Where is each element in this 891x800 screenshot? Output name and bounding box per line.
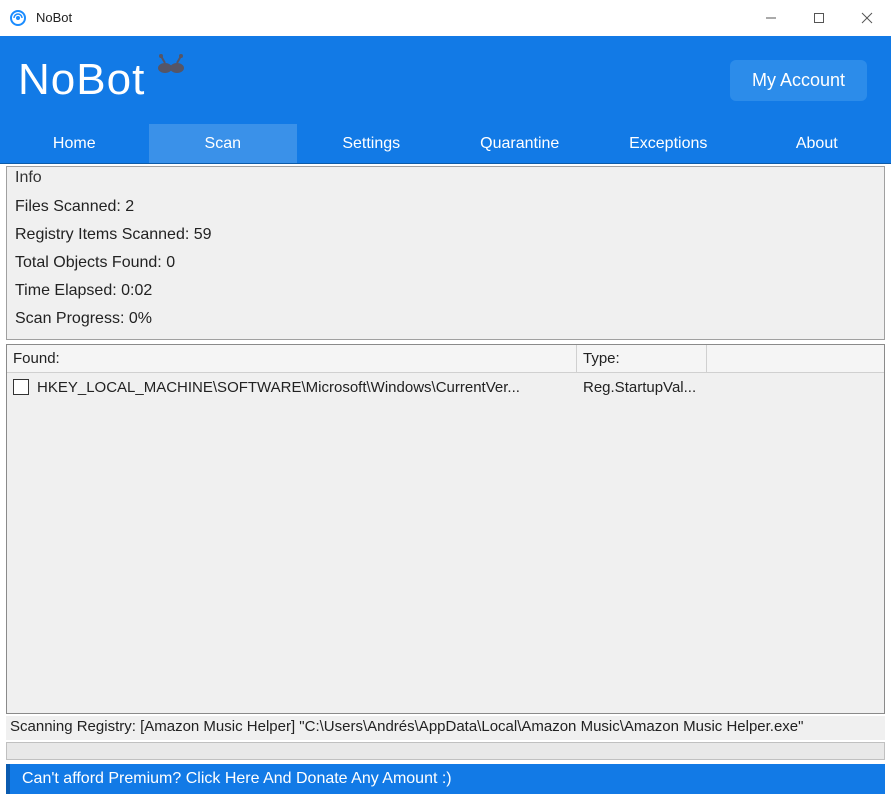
time-elapsed-label: Time Elapsed: [15,282,117,299]
tab-scan[interactable]: Scan [149,124,298,163]
maximize-button[interactable] [795,0,843,36]
registry-scanned-row: Registry Items Scanned: 59 [15,221,876,249]
results-body: HKEY_LOCAL_MACHINE\SOFTWARE\Microsoft\Wi… [7,373,884,713]
column-found[interactable]: Found: [7,345,577,372]
bot-icon [153,50,189,91]
scan-progress-label: Scan Progress: [15,310,124,327]
scan-progress-row: Scan Progress: 0% [15,305,876,333]
files-scanned-row: Files Scanned: 2 [15,193,876,221]
progress-bar [6,742,885,760]
nav-tabs: Home Scan Settings Quarantine Exceptions… [0,124,891,164]
column-spacer [707,345,884,372]
app-icon [8,8,28,28]
time-elapsed-value: 0:02 [121,282,152,299]
files-scanned-value: 2 [125,198,134,215]
scan-status: Scanning Registry: [Amazon Music Helper]… [6,716,885,740]
close-button[interactable] [843,0,891,36]
scan-progress-value: 0% [129,310,152,327]
tab-home[interactable]: Home [0,124,149,163]
logo: NoBot [18,55,189,105]
total-found-label: Total Objects Found: [15,254,162,271]
info-title: Info [15,169,876,187]
row-type-text: Reg.StartupVal... [577,379,696,396]
tab-exceptions[interactable]: Exceptions [594,124,743,163]
titlebar: NoBot [0,0,891,36]
time-elapsed-row: Time Elapsed: 0:02 [15,277,876,305]
donate-banner[interactable]: Can't afford Premium? Click Here And Don… [6,764,885,794]
header: NoBot My Account [0,36,891,124]
total-found-value: 0 [166,254,175,271]
tab-quarantine[interactable]: Quarantine [446,124,595,163]
info-panel: Info Files Scanned: 2 Registry Items Sca… [6,166,885,340]
files-scanned-label: Files Scanned: [15,198,121,215]
results-header: Found: Type: [7,345,884,373]
window-title: NoBot [36,10,747,25]
row-checkbox[interactable] [13,379,29,395]
my-account-button[interactable]: My Account [730,60,867,101]
tab-about[interactable]: About [743,124,891,163]
column-type[interactable]: Type: [577,345,707,372]
row-found-text: HKEY_LOCAL_MACHINE\SOFTWARE\Microsoft\Wi… [37,379,577,396]
window-controls [747,0,891,35]
table-row[interactable]: HKEY_LOCAL_MACHINE\SOFTWARE\Microsoft\Wi… [7,373,884,401]
registry-scanned-value: 59 [194,226,212,243]
logo-text: NoBot [18,55,145,105]
total-found-row: Total Objects Found: 0 [15,249,876,277]
results-panel: Found: Type: HKEY_LOCAL_MACHINE\SOFTWARE… [6,344,885,714]
minimize-button[interactable] [747,0,795,36]
donate-banner-text: Can't afford Premium? Click Here And Don… [22,770,452,788]
tab-settings[interactable]: Settings [297,124,446,163]
registry-scanned-label: Registry Items Scanned: [15,226,189,243]
